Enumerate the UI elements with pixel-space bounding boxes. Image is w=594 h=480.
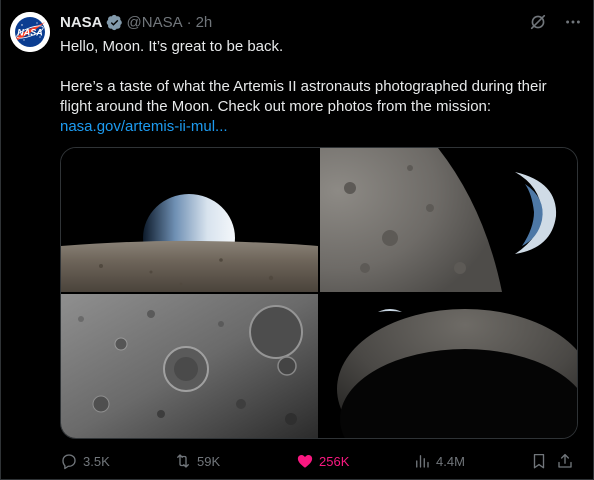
- views-chart-icon: [416, 455, 429, 468]
- nasa-logo-icon: NASA: [10, 12, 50, 52]
- bookmark-icon: [533, 453, 545, 469]
- post-line-2: Here’s a taste of what the Artemis II as…: [60, 78, 547, 115]
- repost-count: 59K: [197, 453, 221, 469]
- like-button[interactable]: 256K: [296, 452, 349, 470]
- reply-count: 3.5K: [83, 453, 110, 469]
- media-image-2[interactable]: [320, 148, 577, 292]
- reply-button[interactable]: 3.5K: [60, 452, 110, 470]
- svg-text:NASA: NASA: [17, 28, 43, 38]
- post-time[interactable]: 2h: [196, 14, 213, 31]
- bookmark-button[interactable]: [530, 452, 548, 470]
- crescent-moon-with-tiny-earth-icon: [320, 294, 577, 438]
- post-line-1: Hello, Moon. It’s great to be back.: [60, 38, 284, 55]
- media-image-1[interactable]: [61, 148, 318, 292]
- more-options-icon[interactable]: [563, 12, 582, 31]
- verified-badge-icon[interactable]: [106, 14, 123, 31]
- repost-icon: [177, 454, 189, 468]
- nasa-avatar[interactable]: NASA: [10, 12, 50, 52]
- views-button[interactable]: 4.4M: [413, 452, 465, 470]
- action-bar: 3.5K 59K 256K 4.4M: [60, 452, 578, 472]
- separator-dot: ·: [186, 13, 192, 31]
- media-grid: [60, 147, 578, 439]
- cratered-lunar-surface-icon: [61, 294, 318, 438]
- mission-photos-link[interactable]: nasa.gov/artemis-ii-mul...: [60, 118, 228, 135]
- author-handle[interactable]: @NASA: [127, 14, 183, 31]
- crescent-earth-beside-moon-limb-icon: [320, 148, 577, 292]
- author-name[interactable]: NASA: [60, 14, 103, 31]
- repost-button[interactable]: 59K: [174, 452, 220, 470]
- reply-icon: [62, 454, 76, 470]
- post-text: Hello, Moon. It’s great to be back. Here…: [60, 37, 578, 137]
- media-image-4[interactable]: [320, 294, 577, 438]
- media-image-3[interactable]: [61, 294, 318, 438]
- views-count: 4.4M: [436, 453, 465, 469]
- share-button[interactable]: [556, 452, 574, 470]
- grok-icon[interactable]: [528, 12, 547, 31]
- post-header: NASA @NASA · 2h: [60, 12, 582, 32]
- heart-icon: [297, 455, 313, 468]
- earthrise-over-lunar-horizon-icon: [61, 148, 318, 292]
- like-count: 256K: [319, 453, 350, 469]
- share-icon: [558, 453, 572, 468]
